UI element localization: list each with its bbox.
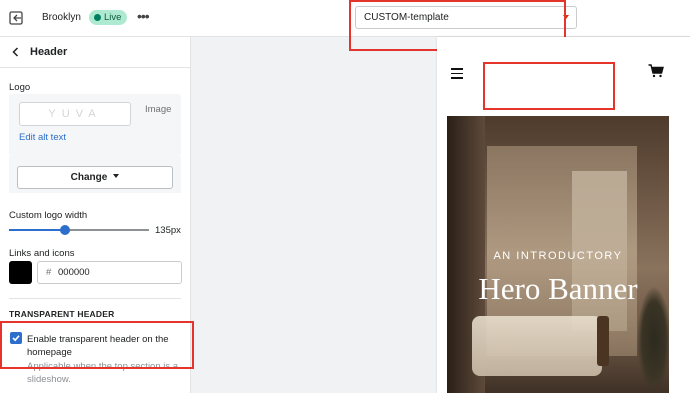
color-swatch[interactable] <box>9 261 32 284</box>
logo-thumbnail[interactable]: YUVA <box>19 102 131 126</box>
hero-image-bed <box>472 316 602 376</box>
cart-icon[interactable] <box>648 64 664 78</box>
live-dot-icon <box>94 14 101 21</box>
color-hex-input[interactable]: # 000000 <box>37 261 182 284</box>
logo-width-slider-fill <box>9 229 65 231</box>
hex-prefix: # <box>46 267 52 278</box>
hero-banner[interactable]: AN INTRODUCTORY Hero Banner <box>447 116 669 393</box>
top-bar: Brooklyn Live ••• CUSTOM-template <box>0 0 690 37</box>
back-arrow-icon[interactable] <box>10 46 22 58</box>
highlight-box-checkbox <box>0 321 194 369</box>
logo-width-value: 135px <box>155 225 181 236</box>
caret-down-icon <box>113 174 120 178</box>
edit-alt-text-link[interactable]: Edit alt text <box>19 132 66 143</box>
change-logo-button[interactable]: Change <box>17 166 173 189</box>
highlight-box-logo <box>483 62 615 110</box>
hex-value: 000000 <box>58 267 90 278</box>
divider <box>9 298 181 299</box>
change-area: Change <box>9 156 181 193</box>
logo-width-slider-thumb[interactable] <box>60 225 70 235</box>
hero-image-lamp <box>597 316 609 366</box>
hero-title: Hero Banner <box>478 271 638 306</box>
live-status-badge: Live <box>89 10 128 25</box>
image-label: Image <box>145 104 172 115</box>
more-actions-icon[interactable]: ••• <box>137 9 151 25</box>
section-heading: TRANSPARENT HEADER <box>9 309 115 319</box>
sidebar-header: Header <box>0 37 190 68</box>
page-title: Header <box>30 46 68 58</box>
logo-card: YUVA Image Edit alt text <box>9 94 181 156</box>
logo-label: Logo <box>9 82 31 93</box>
live-badge-label: Live <box>104 12 122 23</box>
hero-pretitle: AN INTRODUCTORY <box>493 250 623 262</box>
links-icons-label: Links and icons <box>9 248 75 259</box>
store-name: Brooklyn <box>42 12 81 23</box>
logo-width-label: Custom logo width <box>9 210 88 221</box>
menu-icon[interactable] <box>451 68 463 79</box>
exit-icon[interactable] <box>8 10 24 26</box>
change-button-label: Change <box>70 172 108 183</box>
